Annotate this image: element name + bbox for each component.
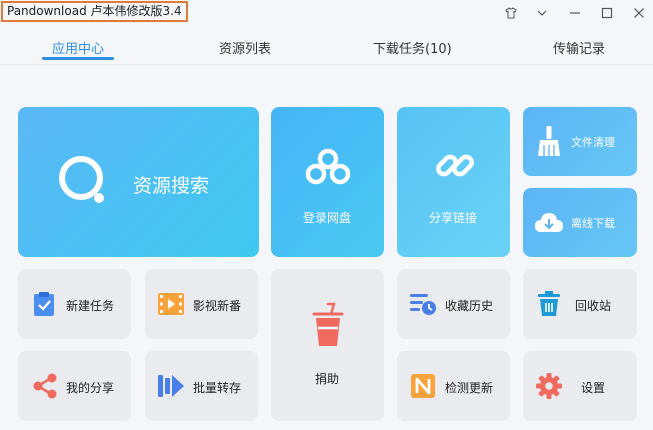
settings-label: 设置	[581, 381, 606, 395]
history-icon	[410, 294, 436, 315]
broom-icon	[538, 126, 560, 156]
new-task-tile[interactable]: 新建任务	[18, 269, 131, 339]
link-icon	[436, 154, 474, 177]
file-clean-tile[interactable]: 文件清理	[523, 107, 637, 176]
active-tab-indicator	[42, 57, 114, 60]
check-update-label: 检测更新	[445, 381, 494, 395]
skin-button[interactable]	[501, 3, 521, 23]
drink-cup-icon	[312, 302, 344, 346]
batch-transfer-label: 批量转存	[193, 381, 242, 395]
login-pan-tile[interactable]: 登录网盘	[271, 107, 384, 257]
shirt-icon	[505, 7, 517, 19]
chevron-down-icon	[537, 10, 547, 16]
tab-resource-list[interactable]: 资源列表	[219, 38, 271, 57]
offline-download-tile[interactable]: 离线下载	[523, 188, 637, 257]
my-share-label: 我的分享	[66, 381, 115, 395]
favorites-history-tile[interactable]: 收藏历史	[397, 269, 510, 339]
recycle-bin-label: 回收站	[575, 299, 612, 313]
favorites-history-label: 收藏历史	[445, 299, 494, 313]
film-icon	[158, 293, 184, 315]
maximize-button[interactable]	[597, 3, 617, 23]
minimize-icon	[570, 12, 580, 14]
my-share-tile[interactable]: 我的分享	[18, 351, 131, 421]
maximize-icon	[601, 7, 613, 19]
share-icon	[33, 373, 57, 399]
search-icon	[59, 156, 104, 203]
batch-icon	[158, 375, 184, 397]
close-icon	[634, 8, 644, 18]
share-link-tile[interactable]: 分享链接	[397, 107, 510, 257]
clipboard-check-icon	[34, 292, 54, 316]
recycle-bin-tile[interactable]: 回收站	[523, 269, 637, 339]
check-update-tile[interactable]: 检测更新	[397, 351, 510, 421]
close-button[interactable]	[629, 3, 649, 23]
login-pan-label: 登录网盘	[303, 211, 352, 225]
cloud-download-icon	[535, 213, 563, 232]
main-tabs: 应用中心 资源列表 下载任务(10) 传输记录	[0, 30, 653, 64]
batch-transfer-tile[interactable]: 批量转存	[145, 351, 258, 421]
resource-search-label: 资源搜索	[133, 175, 210, 197]
menu-button[interactable]	[532, 3, 552, 23]
share-link-label: 分享链接	[429, 211, 478, 225]
file-clean-label: 文件清理	[571, 136, 615, 149]
cloud-icon	[305, 148, 351, 185]
trash-icon	[538, 291, 560, 316]
minimize-button[interactable]	[565, 3, 585, 23]
update-icon	[411, 374, 435, 398]
donate-label: 捐助	[315, 372, 340, 386]
title-bar: Pandownload 卢本伟修改版3.4	[0, 0, 653, 26]
donate-tile[interactable]: 捐助	[271, 269, 384, 421]
app-title: Pandownload 卢本伟修改版3.4	[1, 1, 188, 22]
resource-search-tile[interactable]: 资源搜索	[18, 107, 259, 257]
settings-tile[interactable]: 设置	[523, 351, 637, 421]
offline-download-label: 离线下载	[571, 217, 615, 230]
gear-icon	[536, 373, 562, 399]
new-task-label: 新建任务	[66, 299, 115, 313]
movies-label: 影视新番	[193, 299, 242, 313]
movies-tile[interactable]: 影视新番	[145, 269, 258, 339]
tab-download-tasks[interactable]: 下载任务(10)	[373, 38, 452, 57]
tabs-divider	[0, 64, 653, 65]
tab-transfer-records[interactable]: 传输记录	[553, 38, 605, 57]
tab-app-center[interactable]: 应用中心	[52, 38, 104, 57]
